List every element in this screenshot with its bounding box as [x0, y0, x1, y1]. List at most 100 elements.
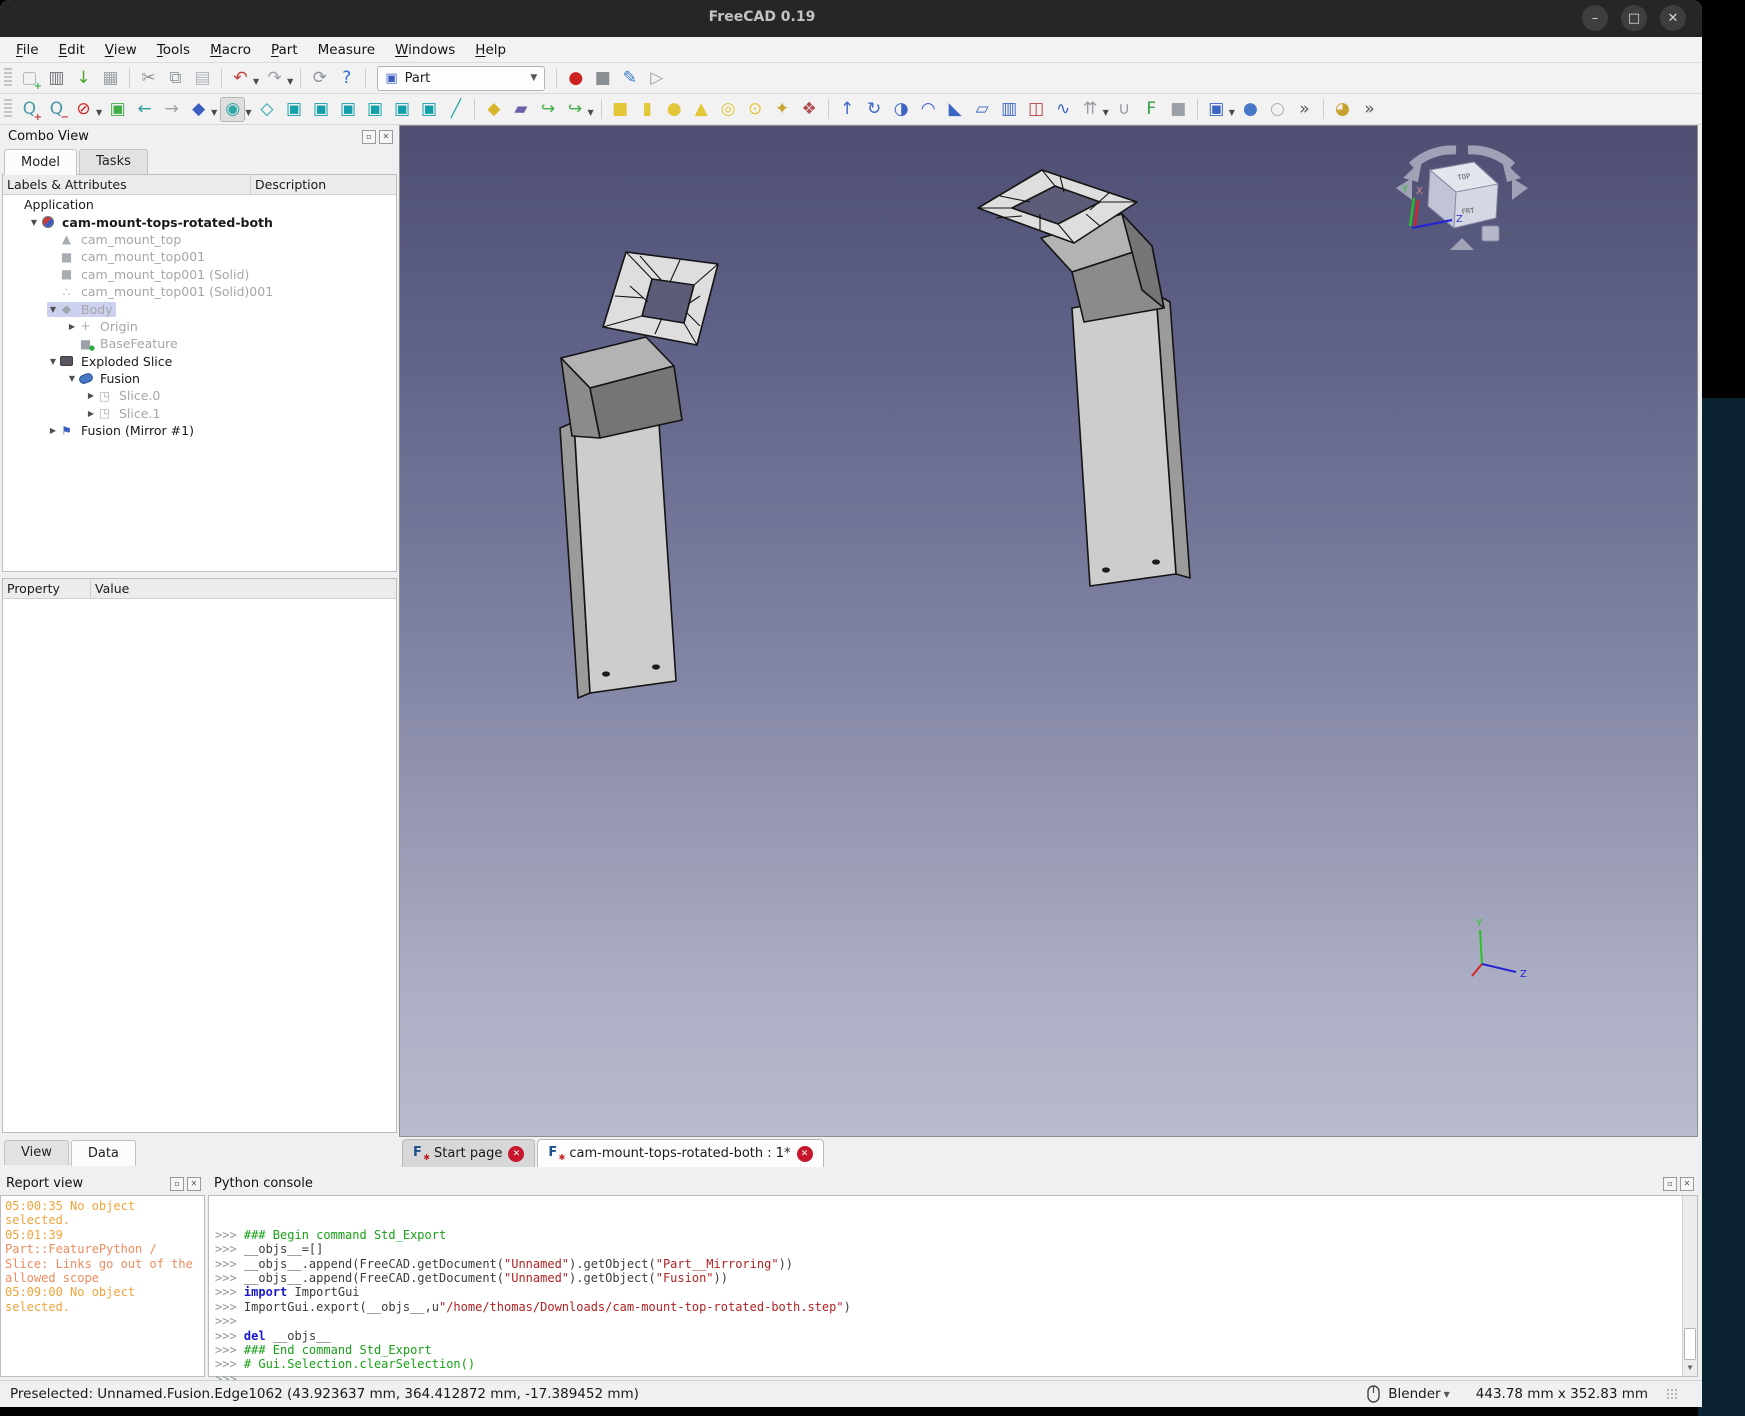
menu-view[interactable]: View: [95, 39, 147, 61]
property-table-empty[interactable]: [3, 599, 396, 1132]
macro-stop-icon[interactable]: ■: [590, 66, 615, 91]
3d-viewport[interactable]: TOP FRT Y X Z: [399, 125, 1698, 1137]
whats-this-icon[interactable]: ?: [334, 66, 359, 91]
zoom-in-icon[interactable]: Q+: [17, 97, 42, 122]
macro-play-icon[interactable]: ▷: [644, 66, 669, 91]
expand-arrow-icon[interactable]: ▼: [47, 357, 59, 366]
group-icon[interactable]: ▰: [508, 97, 533, 122]
maximize-button[interactable]: □: [1621, 5, 1647, 31]
chevron-down-icon[interactable]: ▼: [96, 108, 102, 117]
report-log[interactable]: 05:00:35 No objectselected.05:01:39Part:…: [0, 1195, 205, 1377]
view-rear-icon[interactable]: ▣: [362, 97, 387, 122]
minimize-button[interactable]: –: [1582, 5, 1608, 31]
chevron-down-icon[interactable]: ▼: [1229, 108, 1235, 117]
view-bottom-icon[interactable]: ▣: [389, 97, 414, 122]
ruled-surface-icon[interactable]: ▥: [997, 97, 1022, 122]
python-console-log[interactable]: >>> ### Begin command Std_Export>>> __ob…: [208, 1195, 1698, 1377]
copy-icon[interactable]: ⧉: [163, 66, 188, 91]
tab-model[interactable]: Model: [4, 149, 77, 175]
navigation-style-dropdown[interactable]: Blender ▼: [1388, 1386, 1449, 1402]
menu-help[interactable]: Help: [465, 39, 516, 61]
view-axonometric-icon[interactable]: ◇: [254, 97, 279, 122]
undo-icon[interactable]: ↶: [228, 66, 253, 91]
fillet-icon[interactable]: ◠: [916, 97, 941, 122]
chevron-down-icon[interactable]: ▼: [287, 77, 293, 86]
mirror-icon[interactable]: ◑: [889, 97, 914, 122]
chevron-down-icon[interactable]: ▼: [587, 108, 593, 117]
tree-item[interactable]: ■●BaseFeature: [3, 335, 396, 352]
refresh-icon[interactable]: ⟳: [307, 66, 332, 91]
save-document-icon[interactable]: ↓: [71, 66, 96, 91]
macro-edit-icon[interactable]: ✎: [617, 66, 642, 91]
open-document-icon[interactable]: ▥: [44, 66, 69, 91]
nav-back-icon[interactable]: ←: [132, 97, 157, 122]
boolean-union-icon[interactable]: ●: [1238, 97, 1263, 122]
measure-tape-icon[interactable]: ◕: [1330, 97, 1355, 122]
tree-item[interactable]: ▶◳Slice.0: [3, 387, 396, 404]
chamfer-icon[interactable]: ◣: [943, 97, 968, 122]
boolean-cut-icon[interactable]: ○: [1265, 97, 1290, 122]
value-column-header[interactable]: Value: [91, 579, 396, 598]
chevron-down-icon[interactable]: ▼: [211, 108, 217, 117]
tree-item[interactable]: ▶⚑Fusion (Mirror #1): [3, 422, 396, 439]
extrude-icon[interactable]: ↑: [835, 97, 860, 122]
tree-item[interactable]: ■cam_mount_top001 (Solid): [3, 266, 396, 283]
tab-tasks[interactable]: Tasks: [79, 149, 148, 174]
shape-from-mesh-icon[interactable]: F: [1139, 97, 1164, 122]
tree-item[interactable]: ■cam_mount_top001: [3, 248, 396, 265]
new-document-icon[interactable]: ▢+: [17, 66, 42, 91]
workbench-selector[interactable]: ▣ Part ▼: [377, 66, 545, 91]
print-icon[interactable]: ▦: [98, 66, 123, 91]
tree-header-description[interactable]: Description: [251, 175, 396, 194]
toolbar-grip[interactable]: [4, 99, 12, 119]
paste-icon[interactable]: ▤: [190, 66, 215, 91]
tree-item[interactable]: ▲cam_mount_top: [3, 231, 396, 248]
make-link-group-icon[interactable]: ↪: [562, 97, 587, 122]
view-left-icon[interactable]: ▣: [416, 97, 441, 122]
view-top-icon[interactable]: ▣: [308, 97, 333, 122]
zoom-out-icon[interactable]: Q−: [44, 97, 69, 122]
tree-item[interactable]: ▼Fusion: [3, 370, 396, 387]
close-panel-icon[interactable]: ✕: [379, 130, 393, 144]
console-scrollbar-thumb[interactable]: [1684, 1328, 1696, 1360]
tree-item[interactable]: ▼cam-mount-tops-rotated-both: [3, 213, 396, 230]
primitives-dialog-icon[interactable]: ❖: [797, 97, 822, 122]
collapse-arrow-icon[interactable]: ▶: [85, 409, 97, 418]
tab-data[interactable]: Data: [71, 1140, 136, 1166]
close-panel-icon[interactable]: ✕: [187, 1177, 201, 1191]
fit-all-icon[interactable]: ◉: [220, 97, 245, 122]
toolbar-overflow-icon[interactable]: »: [1292, 97, 1317, 122]
chevron-down-icon[interactable]: ▼: [245, 108, 251, 117]
offset-icon[interactable]: ⇈: [1078, 97, 1103, 122]
expand-arrow-icon[interactable]: ▼: [47, 305, 59, 314]
float-panel-icon[interactable]: ▫: [362, 130, 376, 144]
macro-record-icon[interactable]: ●: [563, 66, 588, 91]
document-tab[interactable]: F✱cam-mount-tops-rotated-both : 1*✕: [537, 1139, 823, 1167]
expand-arrow-icon[interactable]: ▼: [28, 218, 40, 227]
chevron-down-icon[interactable]: ▼: [1103, 108, 1109, 117]
menu-measure[interactable]: Measure: [308, 39, 385, 61]
view-front-icon[interactable]: ▣: [281, 97, 306, 122]
collapse-arrow-icon[interactable]: ▶: [47, 426, 59, 435]
menu-windows[interactable]: Windows: [385, 39, 465, 61]
resize-grip[interactable]: [1666, 1388, 1678, 1400]
menu-file[interactable]: File: [6, 39, 49, 61]
tree-item[interactable]: ▼◆Body: [3, 300, 396, 317]
collapse-arrow-icon[interactable]: ▶: [66, 322, 78, 331]
shape-builder-icon[interactable]: ✦: [770, 97, 795, 122]
tree-item[interactable]: ∴cam_mount_top001 (Solid)001: [3, 283, 396, 300]
redo-icon[interactable]: ↷: [262, 66, 287, 91]
primitive-cone-icon[interactable]: ▲: [689, 97, 714, 122]
tree-item[interactable]: ▶◳Slice.1: [3, 405, 396, 422]
document-tab[interactable]: F✱Start page✕: [402, 1139, 535, 1167]
primitive-cylinder-icon[interactable]: ▮: [635, 97, 660, 122]
tab-view[interactable]: View: [4, 1140, 69, 1165]
primitive-box-icon[interactable]: ■: [608, 97, 633, 122]
draw-style-icon[interactable]: ⊘: [71, 97, 96, 122]
revolve-icon[interactable]: ↻: [862, 97, 887, 122]
cut-icon[interactable]: ✂: [136, 66, 161, 91]
nav-forward-icon[interactable]: →: [159, 97, 184, 122]
close-panel-icon[interactable]: ✕: [1680, 1177, 1694, 1191]
compound-tools-icon[interactable]: ▣: [1204, 97, 1229, 122]
make-link-icon[interactable]: ↪: [535, 97, 560, 122]
